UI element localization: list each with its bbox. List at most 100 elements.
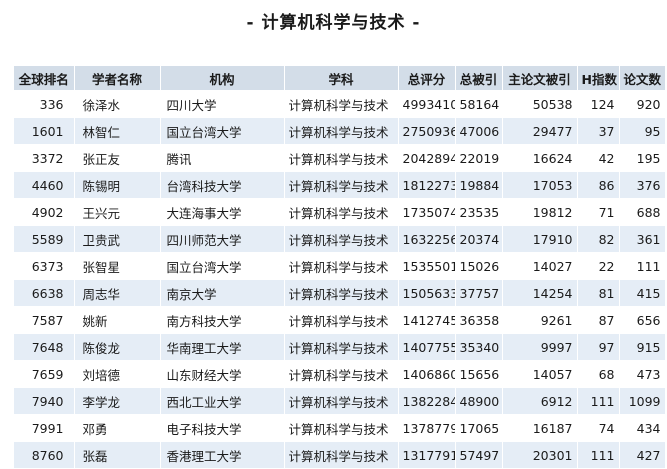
- cell-papers: 415: [619, 279, 666, 307]
- cell-citations: 15026: [455, 252, 503, 280]
- cell-rank: 3372: [14, 144, 75, 172]
- cell-org: 华南理工大学: [160, 333, 285, 361]
- cell-rank: 8760: [14, 441, 75, 469]
- cell-citations: 48900: [455, 387, 503, 415]
- cell-score: 1535501: [398, 252, 456, 280]
- cell-org: 国立台湾大学: [160, 252, 285, 280]
- header-h-index[interactable]: H指数: [577, 66, 620, 91]
- cell-papers: 111: [619, 252, 666, 280]
- cell-rank: 6638: [14, 279, 75, 307]
- cell-org: 南京大学: [160, 279, 285, 307]
- cell-rank: 7940: [14, 387, 75, 415]
- header-main-citations[interactable]: 主论文被引: [502, 66, 578, 91]
- cell-main-citations: 6912: [502, 387, 578, 415]
- header-rank[interactable]: 全球排名: [14, 66, 75, 91]
- cell-org: 腾讯: [160, 144, 285, 172]
- cell-org: 山东财经大学: [160, 360, 285, 388]
- cell-subject: 计算机科学与技术: [284, 90, 399, 118]
- cell-main-citations: 16187: [502, 414, 578, 442]
- table-row: 6373 张智星 国立台湾大学 计算机科学与技术 1535501 15026 14027 22…: [14, 252, 666, 280]
- cell-papers: 434: [619, 414, 666, 442]
- table-row: 7991 邓勇 电子科技大学 计算机科学与技术 1378779 17065 16187 74 4…: [14, 414, 666, 442]
- cell-rank: 7659: [14, 360, 75, 388]
- cell-citations: 58164: [455, 90, 503, 118]
- cell-org: 南方科技大学: [160, 306, 285, 334]
- cell-subject: 计算机科学与技术: [284, 225, 399, 253]
- cell-subject: 计算机科学与技术: [284, 306, 399, 334]
- table-row: 336 徐泽水 四川大学 计算机科学与技术 4993410 58164 50538 124 92…: [14, 90, 666, 118]
- cell-name: 陈俊龙: [74, 333, 161, 361]
- cell-h-index: 68: [577, 360, 620, 388]
- cell-subject: 计算机科学与技术: [284, 414, 399, 442]
- cell-main-citations: 50538: [502, 90, 578, 118]
- cell-org: 四川师范大学: [160, 225, 285, 253]
- cell-h-index: 111: [577, 387, 620, 415]
- cell-score: 1378779: [398, 414, 456, 442]
- page-title: - 计算机科学与技术 -: [246, 13, 421, 33]
- cell-subject: 计算机科学与技术: [284, 279, 399, 307]
- cell-citations: 15656: [455, 360, 503, 388]
- cell-papers: 473: [619, 360, 666, 388]
- cell-name: 李学龙: [74, 387, 161, 415]
- cell-subject: 计算机科学与技术: [284, 252, 399, 280]
- cell-rank: 7648: [14, 333, 75, 361]
- cell-rank: 7991: [14, 414, 75, 442]
- cell-name: 林智仁: [74, 117, 161, 145]
- table-row: 7659 刘培德 山东财经大学 计算机科学与技术 1406860 15656 14057 68…: [14, 360, 666, 388]
- header-papers[interactable]: 论文数: [619, 66, 666, 91]
- cell-rank: 1601: [14, 117, 75, 145]
- cell-rank: 336: [14, 90, 75, 118]
- cell-rank: 6373: [14, 252, 75, 280]
- cell-name: 陈锡明: [74, 171, 161, 199]
- cell-name: 张智星: [74, 252, 161, 280]
- cell-main-citations: 14057: [502, 360, 578, 388]
- cell-subject: 计算机科学与技术: [284, 333, 399, 361]
- table-row: 6638 周志华 南京大学 计算机科学与技术 1505633 37757 14254 81 41…: [14, 279, 666, 307]
- cell-papers: 656: [619, 306, 666, 334]
- cell-citations: 19884: [455, 171, 503, 199]
- cell-subject: 计算机科学与技术: [284, 144, 399, 172]
- cell-score: 1735074: [398, 198, 456, 226]
- header-citations[interactable]: 总被引: [455, 66, 503, 91]
- cell-name: 刘培德: [74, 360, 161, 388]
- cell-score: 1382284: [398, 387, 456, 415]
- cell-name: 周志华: [74, 279, 161, 307]
- cell-h-index: 42: [577, 144, 620, 172]
- header-subject[interactable]: 学科: [284, 66, 399, 91]
- cell-name: 王兴元: [74, 198, 161, 226]
- cell-score: 1812273: [398, 171, 456, 199]
- cell-h-index: 86: [577, 171, 620, 199]
- cell-org: 四川大学: [160, 90, 285, 118]
- cell-main-citations: 20301: [502, 441, 578, 469]
- cell-subject: 计算机科学与技术: [284, 171, 399, 199]
- header-score[interactable]: 总评分: [398, 66, 456, 91]
- cell-name: 张磊: [74, 441, 161, 469]
- header-name[interactable]: 学者名称: [74, 66, 161, 91]
- cell-rank: 4460: [14, 171, 75, 199]
- cell-citations: 37757: [455, 279, 503, 307]
- cell-citations: 20374: [455, 225, 503, 253]
- cell-score: 1632256: [398, 225, 456, 253]
- cell-rank: 5589: [14, 225, 75, 253]
- cell-org: 香港理工大学: [160, 441, 285, 469]
- cell-citations: 47006: [455, 117, 503, 145]
- cell-subject: 计算机科学与技术: [284, 360, 399, 388]
- cell-subject: 计算机科学与技术: [284, 441, 399, 469]
- cell-score: 1412745: [398, 306, 456, 334]
- cell-subject: 计算机科学与技术: [284, 117, 399, 145]
- cell-score: 1505633: [398, 279, 456, 307]
- cell-main-citations: 14254: [502, 279, 578, 307]
- cell-org: 西北工业大学: [160, 387, 285, 415]
- cell-h-index: 74: [577, 414, 620, 442]
- table-row: 3372 张正友 腾讯 计算机科学与技术 2042894 22019 16624 42 195: [14, 144, 666, 172]
- header-org[interactable]: 机构: [160, 66, 285, 91]
- cell-papers: 427: [619, 441, 666, 469]
- table-row: 8760 张磊 香港理工大学 计算机科学与技术 1317791 57497 20301 111…: [14, 441, 666, 469]
- table-row: 7940 李学龙 西北工业大学 计算机科学与技术 1382284 48900 6912 111…: [14, 387, 666, 415]
- table-header-row: 全球排名 学者名称 机构 学科 总评分 总被引 主论文被引 H指数 论文数: [14, 66, 666, 91]
- cell-papers: 915: [619, 333, 666, 361]
- cell-score: 1406860: [398, 360, 456, 388]
- cell-org: 大连海事大学: [160, 198, 285, 226]
- cell-score: 1407755: [398, 333, 456, 361]
- cell-main-citations: 19812: [502, 198, 578, 226]
